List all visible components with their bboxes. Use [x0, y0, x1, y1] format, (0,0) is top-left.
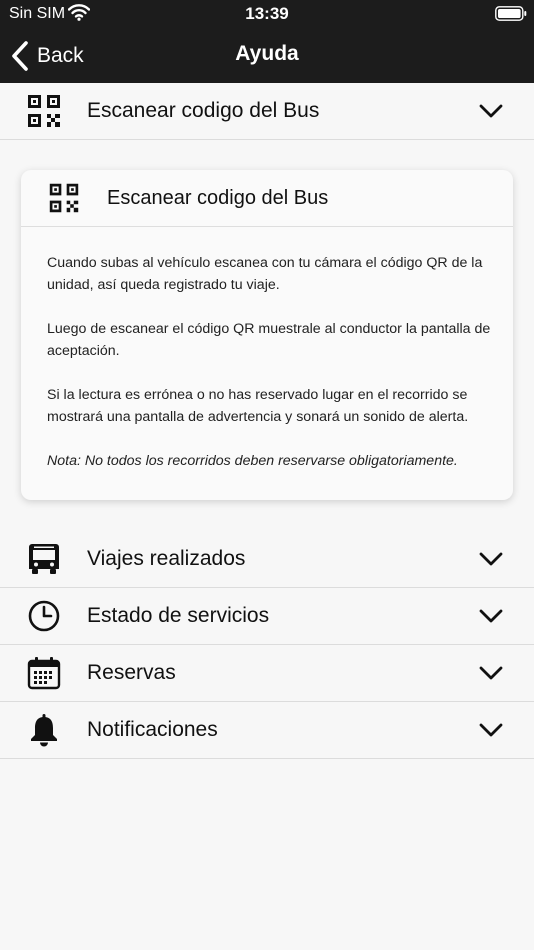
section-bookings[interactable]: Reservas [0, 645, 534, 702]
section-label: Viajes realizados [87, 547, 246, 570]
card-paragraph: Cuando subas al vehículo escanea con tu … [47, 255, 483, 293]
section-trips[interactable]: Viajes realizados [0, 531, 534, 588]
section-notifications[interactable]: Notificaciones [0, 702, 534, 759]
card-header: Escanear codigo del Bus [21, 170, 513, 227]
section-label: Escanear codigo del Bus [87, 99, 320, 122]
chevron-down-icon [479, 609, 503, 623]
chevron-down-icon [479, 666, 503, 680]
app-header: Sin SIM 13:39 Back Ayuda [0, 0, 534, 83]
card-title: Escanear codigo del Bus [107, 187, 329, 209]
bell-icon [31, 714, 57, 747]
section-label: Estado de servicios [87, 604, 270, 627]
navigation-bar: Back Ayuda [0, 28, 534, 83]
card-note: Nota: No todos los recorridos deben rese… [47, 453, 458, 469]
calendar-icon [27, 657, 61, 690]
section-label: Notificaciones [87, 718, 218, 741]
help-detail-card: Escanear codigo del Bus Cuando subas al … [21, 170, 513, 500]
qr-code-icon [49, 183, 79, 213]
card-body: Cuando subas al vehículo escanea con tu … [47, 252, 491, 472]
section-label: Reservas [87, 661, 176, 684]
chevron-down-icon [479, 723, 503, 737]
chevron-down-icon [479, 552, 503, 566]
status-time: 13:39 [245, 4, 289, 23]
card-paragraph: Luego de escanear el código QR muestrale… [47, 321, 491, 359]
status-bar: Sin SIM 13:39 [0, 0, 534, 28]
battery-icon [495, 6, 527, 21]
card-paragraph: Si la lectura es errónea o no has reserv… [47, 387, 469, 425]
section-scan-bus[interactable]: Escanear codigo del Bus [0, 83, 534, 140]
chevron-down-icon [479, 104, 503, 118]
clock-icon [28, 600, 60, 632]
section-service-status[interactable]: Estado de servicios [0, 588, 534, 645]
page-title: Ayuda [235, 42, 299, 65]
bus-icon [29, 544, 59, 574]
qr-code-icon [28, 95, 60, 127]
